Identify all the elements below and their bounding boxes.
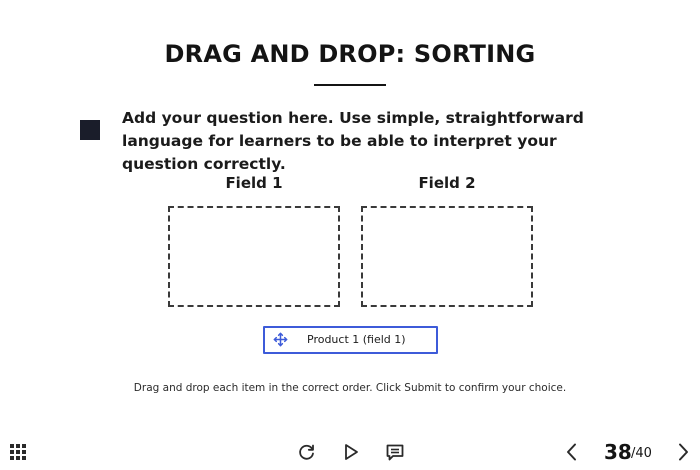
title-underline bbox=[314, 84, 386, 86]
replay-icon[interactable] bbox=[296, 441, 318, 463]
drop-zone-field-1[interactable] bbox=[168, 206, 340, 307]
slide-title: DRAG AND DROP: SORTING bbox=[164, 40, 536, 68]
chevron-right-icon[interactable] bbox=[672, 441, 694, 463]
notes-icon[interactable] bbox=[384, 441, 406, 463]
drag-move-icon bbox=[273, 332, 288, 347]
chevron-left-icon[interactable] bbox=[561, 441, 583, 463]
drop-zone-field-2[interactable] bbox=[361, 206, 533, 307]
instruction-text: Drag and drop each item in the correct o… bbox=[133, 382, 567, 394]
draggable-item-label: Product 1 (field 1) bbox=[307, 333, 406, 346]
grid-menu-icon[interactable] bbox=[10, 444, 26, 460]
question-text: Add your question here. Use simple, stra… bbox=[122, 109, 584, 173]
current-page-number: 38 bbox=[604, 440, 632, 464]
field-2-label: Field 2 bbox=[418, 174, 476, 192]
total-pages: /40 bbox=[631, 446, 652, 461]
field-1-label: Field 1 bbox=[225, 174, 283, 192]
question-marker-icon bbox=[80, 120, 100, 140]
play-icon[interactable] bbox=[340, 441, 362, 463]
draggable-item-product-1[interactable]: Product 1 (field 1) bbox=[263, 326, 438, 354]
